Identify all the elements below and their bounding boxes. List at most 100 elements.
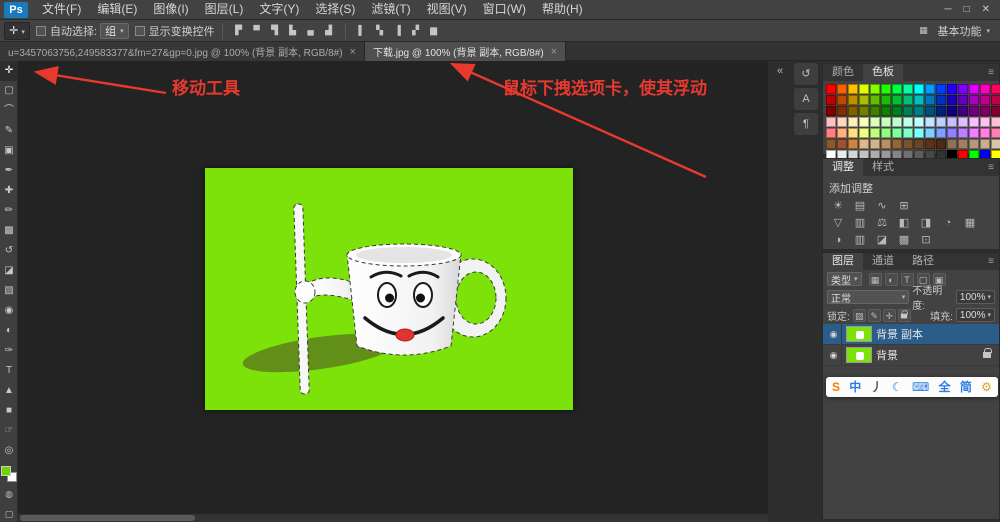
align-top-edges-icon[interactable]: ▙ [285, 23, 301, 38]
paragraph-panel-icon[interactable]: ¶ [794, 113, 818, 135]
tab-close-button[interactable]: × [551, 46, 557, 58]
lasso-tool[interactable]: ⌒ [0, 101, 18, 121]
color-swatch[interactable] [936, 106, 946, 116]
color-swatch[interactable] [837, 128, 847, 138]
fullwidth-mode-icon[interactable]: 全 [939, 377, 951, 397]
color-swatch[interactable] [925, 139, 935, 149]
opacity-value[interactable]: 100% ▾ [956, 290, 995, 304]
layer-row[interactable]: ◉背景 [823, 345, 999, 366]
color-swatch[interactable] [903, 95, 913, 105]
gradient-map-icon[interactable]: ▩ [895, 233, 913, 248]
distribute-bottom-icon[interactable]: ▐ [390, 23, 406, 38]
color-swatch[interactable] [947, 139, 957, 149]
gradient-tool[interactable]: ▧ [0, 281, 18, 301]
color-swatch[interactable] [936, 84, 946, 94]
color-swatch[interactable] [936, 95, 946, 105]
auto-select-checkbox[interactable] [36, 26, 46, 36]
menu-item[interactable]: 文件(F) [34, 0, 89, 19]
color-swatch[interactable] [991, 128, 1000, 138]
scrollbar-thumb[interactable] [20, 515, 195, 521]
color-swatch[interactable] [859, 139, 869, 149]
eye-icon[interactable]: ◉ [826, 324, 842, 344]
simplified-mode-icon[interactable]: 简 [960, 377, 972, 397]
align-horizontal-centers-icon[interactable]: ▀ [249, 23, 265, 38]
color-swatch[interactable] [903, 128, 913, 138]
selective-color-icon[interactable]: ⊡ [917, 233, 935, 248]
layers-tab[interactable]: 图层 [823, 253, 863, 270]
zoom-tool[interactable]: ◎ [0, 441, 18, 461]
color-swatch[interactable] [903, 106, 913, 116]
color-swatch[interactable] [969, 139, 979, 149]
align-vertical-centers-icon[interactable]: ▄ [303, 23, 319, 38]
color-swatch[interactable] [925, 84, 935, 94]
color-swatch[interactable] [914, 95, 924, 105]
color-swatch[interactable] [892, 139, 902, 149]
color-swatch[interactable] [892, 84, 902, 94]
swatches-tab[interactable]: 色板 [863, 64, 903, 81]
foreground-color-swatch[interactable] [1, 466, 11, 476]
sogou-logo-icon[interactable]: S [832, 377, 840, 397]
posterize-icon[interactable]: ▥ [851, 233, 869, 248]
color-swatch[interactable] [881, 117, 891, 127]
distribute-horizontal-centers-icon[interactable]: ▆ [426, 23, 442, 38]
color-swatch[interactable] [925, 117, 935, 127]
layer-thumbnail[interactable] [846, 347, 872, 363]
color-swatch[interactable] [991, 95, 1000, 105]
lock-transparent-pixels-icon[interactable]: ▨ [853, 309, 866, 322]
color-swatch[interactable] [826, 128, 836, 138]
color-swatch[interactable] [903, 84, 913, 94]
color-swatch[interactable] [914, 139, 924, 149]
distribute-top-icon[interactable]: ▌ [354, 23, 370, 38]
color-swatch[interactable] [870, 95, 880, 105]
hue-saturation-icon[interactable]: ▥ [851, 216, 869, 231]
color-swatch[interactable] [892, 106, 902, 116]
blur-tool[interactable]: ◉ [0, 301, 18, 321]
color-swatch[interactable] [837, 139, 847, 149]
color-swatch[interactable] [826, 117, 836, 127]
color-swatch[interactable] [947, 128, 957, 138]
menu-item[interactable]: 编辑(E) [89, 0, 145, 19]
panel-menu-icon[interactable]: ≡ [988, 64, 999, 81]
spot-healing-brush-tool[interactable]: ✚ [0, 181, 18, 201]
color-swatch[interactable] [826, 95, 836, 105]
color-swatch[interactable] [958, 84, 968, 94]
character-panel-icon[interactable]: A [794, 88, 818, 110]
color-swatch[interactable] [881, 139, 891, 149]
color-swatch[interactable] [870, 106, 880, 116]
menu-item[interactable]: 帮助(H) [534, 0, 591, 19]
tab-close-button[interactable]: × [350, 46, 356, 58]
brush-tool[interactable]: ✏ [0, 201, 18, 221]
minimize-button[interactable]: ─ [944, 0, 951, 19]
hand-tool[interactable]: ☞ [0, 421, 18, 441]
color-swatch[interactable] [925, 106, 935, 116]
color-swatch[interactable] [837, 84, 847, 94]
color-swatch[interactable] [892, 117, 902, 127]
color-swatch[interactable] [936, 117, 946, 127]
fill-value[interactable]: 100% ▾ [956, 308, 995, 322]
menu-item[interactable]: 图像(I) [145, 0, 196, 19]
dodge-tool[interactable]: ◐ [0, 321, 18, 341]
input-style-icon[interactable]: 丿 [871, 377, 883, 397]
color-swatch[interactable] [848, 139, 858, 149]
document-tab[interactable]: u=3457063756,249583377&fm=27&gp=0.jpg @ … [0, 42, 365, 61]
document-tab[interactable]: 下载.jpg @ 100% (背景 副本, RGB/8#)× [365, 42, 566, 61]
chinese-mode-icon[interactable]: 中 [849, 377, 861, 397]
color-swatch[interactable] [969, 128, 979, 138]
brightness-contrast-icon[interactable]: ☀ [829, 199, 847, 214]
black-white-icon[interactable]: ◧ [895, 216, 913, 231]
color-swatch[interactable] [826, 84, 836, 94]
rectangular-marquee-tool[interactable]: ▢ [0, 81, 18, 101]
filter-adjustment-layers-icon[interactable]: ◐ [885, 273, 898, 286]
color-swatch[interactable] [859, 95, 869, 105]
threshold-icon[interactable]: ◪ [873, 233, 891, 248]
color-swatch[interactable] [881, 106, 891, 116]
color-swatch[interactable] [892, 95, 902, 105]
layer-filter-dropdown[interactable]: 类型 ▾ [827, 272, 862, 286]
menu-item[interactable]: 视图(V) [419, 0, 475, 19]
lock-position-icon[interactable]: ✛ [883, 309, 896, 322]
color-swatch[interactable] [848, 106, 858, 116]
color-swatch[interactable] [903, 139, 913, 149]
color-swatch[interactable] [947, 106, 957, 116]
blend-mode-dropdown[interactable]: 正常 ▾ [827, 290, 909, 304]
adjustments-tab[interactable]: 调整 [823, 159, 863, 176]
